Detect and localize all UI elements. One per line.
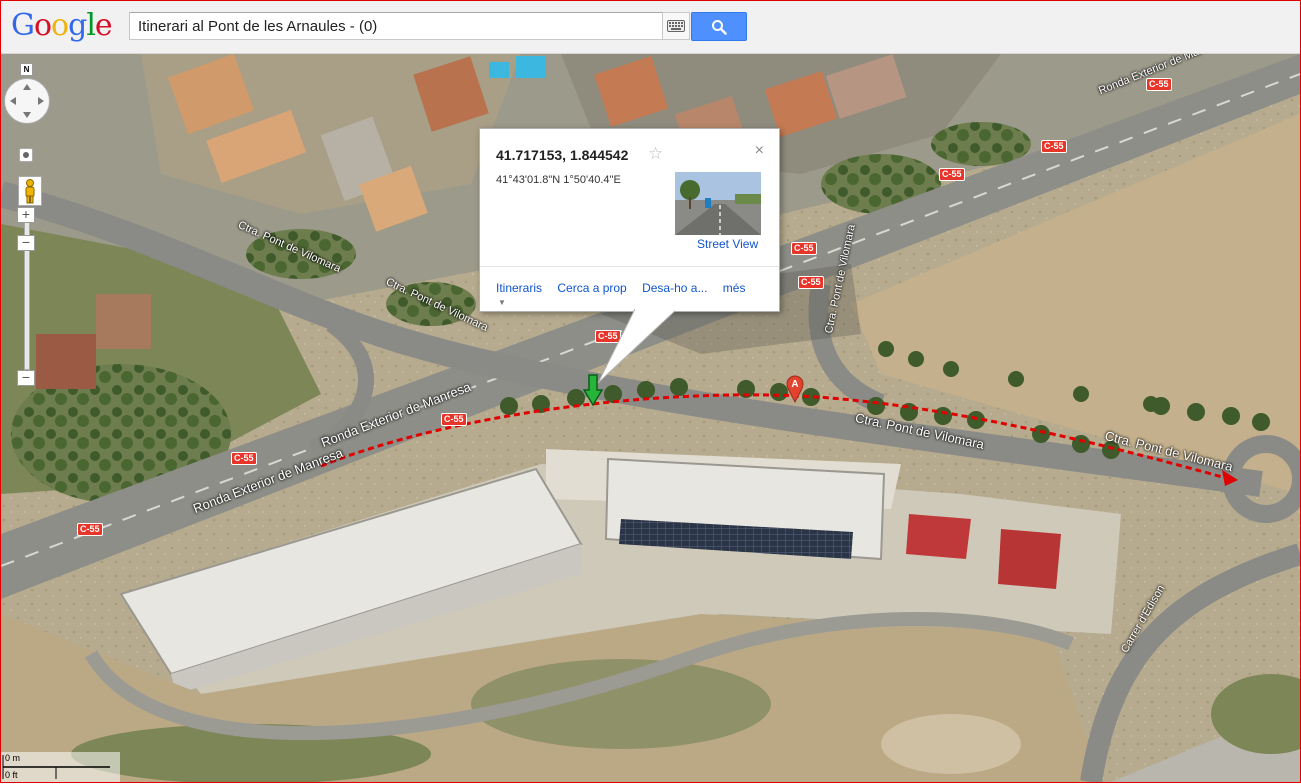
north-indicator: N: [20, 63, 33, 76]
info-actions: Itineraris Cerca a prop Desa-ho a... més: [496, 281, 757, 295]
divider: [480, 266, 779, 267]
highway-badge: C-55: [231, 452, 257, 465]
zoom-slider[interactable]: [24, 208, 30, 370]
logo-letter: e: [94, 8, 113, 43]
zoom-handle[interactable]: −: [17, 235, 35, 251]
keyboard-icon: [667, 20, 685, 32]
search-input[interactable]: Itinerari al Pont de les Arnaules - (0): [129, 12, 663, 40]
svg-text:A: A: [791, 379, 798, 390]
highway-badge: C-55: [798, 276, 824, 289]
logo-letter: l: [86, 8, 96, 43]
highway-badge: C-55: [77, 523, 103, 536]
scale-bar: 0 m 0 ft: [0, 752, 120, 784]
search-icon: [712, 20, 727, 35]
pan-control[interactable]: [4, 78, 50, 124]
marker-a-icon[interactable]: A: [786, 375, 804, 403]
star-icon[interactable]: ☆: [648, 144, 663, 164]
street-view-thumbnail[interactable]: [675, 172, 761, 235]
caret-down-icon[interactable]: ▼: [498, 298, 506, 307]
info-window: 41.717153, 1.844542 ☆ × 41°43'01.8"N 1°5…: [479, 128, 780, 312]
logo-letter: o: [33, 8, 52, 43]
keyboard-button[interactable]: [662, 12, 690, 40]
scale-label-feet: 0 ft: [5, 770, 18, 780]
pegman-icon: [25, 179, 35, 204]
search-button[interactable]: [691, 12, 747, 41]
logo-letter: g: [68, 8, 87, 43]
save-to-link[interactable]: Desa-ho a...: [642, 281, 707, 295]
close-icon[interactable]: ×: [755, 142, 764, 160]
highway-badge: C-55: [939, 168, 965, 181]
info-window-tail: [597, 309, 675, 384]
highway-badge: C-55: [1146, 78, 1172, 91]
directions-link[interactable]: Itineraris: [496, 281, 542, 295]
street-view-pegman[interactable]: [18, 176, 42, 206]
highway-badge: C-55: [441, 413, 467, 426]
pan-arrows-icon: [10, 84, 44, 118]
street-view-link[interactable]: Street View: [697, 237, 758, 251]
more-link[interactable]: més: [723, 281, 746, 295]
dms-coordinates: 41°43'01.8"N 1°50'40.4"E: [496, 174, 621, 186]
zoom-out-button[interactable]: −: [17, 370, 35, 386]
search-nearby-link[interactable]: Cerca a prop: [557, 281, 626, 295]
logo-letter: G: [11, 8, 35, 43]
highway-badge: C-55: [791, 242, 817, 255]
zoom-in-button[interactable]: +: [17, 207, 35, 223]
highway-badge: C-55: [1041, 140, 1067, 153]
scale-label-meters: 0 m: [5, 753, 21, 763]
coordinates-text: 41.717153, 1.844542: [496, 147, 629, 163]
header-bar: Google Itinerari al Pont de les Arnaules…: [1, 1, 1300, 54]
dot-icon: [23, 152, 29, 158]
google-logo[interactable]: Google: [11, 8, 113, 43]
street-view-image: [675, 172, 761, 235]
rotate-button[interactable]: [19, 148, 33, 162]
logo-letter: o: [51, 8, 69, 43]
